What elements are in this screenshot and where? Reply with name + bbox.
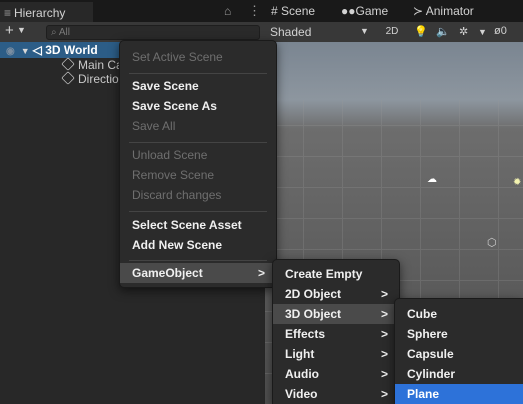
menu-item-plane[interactable]: Plane — [395, 384, 523, 404]
gamepad-icon: ●● — [341, 4, 356, 18]
menu-item-unload-scene[interactable]: Unload Scene — [120, 145, 276, 165]
menu-item-select-scene-asset[interactable]: Select Scene Asset — [120, 215, 276, 235]
chevron-right-icon: > — [380, 327, 388, 341]
tab-hierarchy[interactable]: ≡ Hierarchy — [0, 2, 93, 22]
scene-gizmo-icon: ⬡ — [487, 237, 497, 249]
menu-item-label: Create Empty — [285, 267, 363, 281]
gameobject-cube-icon — [61, 57, 75, 71]
hierarchy-search-input[interactable]: ⌕ All — [46, 25, 260, 40]
animator-icon: ≻ — [413, 4, 424, 18]
menu-item-label: Light — [285, 347, 315, 361]
tab-hierarchy-label: Hierarchy — [14, 6, 66, 20]
unity-scene-icon: ◁ — [32, 43, 42, 57]
menu-item-capsule[interactable]: Capsule — [395, 344, 523, 364]
audio-icon[interactable]: 🔈 — [436, 25, 450, 38]
tab-scene[interactable]: # Scene — [271, 4, 315, 18]
scene-name: 3D World — [45, 43, 98, 57]
shading-mode-dropdown[interactable]: Shaded — [267, 24, 375, 40]
menu-item-set-active-scene[interactable]: Set Active Scene — [120, 47, 276, 67]
tab-animator-label: Animator — [425, 4, 474, 18]
kebab-menu-icon[interactable]: ⋮ — [248, 3, 261, 19]
menu-separator — [129, 142, 267, 143]
tab-animator[interactable]: ≻ Animator — [413, 4, 474, 18]
tree-row-label: Main Ca — [78, 58, 123, 72]
menu-item-3d-object[interactable]: 3D Object > — [273, 304, 399, 324]
scene-context-menu: Set Active Scene Save Scene Save Scene A… — [119, 40, 277, 288]
gameobject-submenu: Create Empty 2D Object > 3D Object > Eff… — [272, 259, 400, 404]
toggle-2d-button[interactable]: 2D — [382, 24, 402, 40]
hidden-objects-toggle[interactable]: ø0 — [494, 25, 507, 37]
menu-item-add-new-scene[interactable]: Add New Scene — [120, 235, 276, 255]
effects-icon[interactable]: ✲ — [459, 25, 468, 38]
tree-row-directional-light[interactable]: Directio — [61, 71, 119, 87]
menu-item-cylinder[interactable]: Cylinder — [395, 364, 523, 384]
menu-item-sphere[interactable]: Sphere — [395, 324, 523, 344]
add-object-button[interactable]: + — [5, 22, 14, 40]
visibility-eye-icon[interactable]: ◉ — [6, 46, 15, 57]
hidden-count: 0 — [500, 25, 507, 37]
menu-item-2d-object[interactable]: 2D Object > — [273, 284, 399, 304]
chevron-down-icon[interactable]: ▼ — [360, 26, 369, 36]
shading-mode-value: Shaded — [270, 25, 312, 39]
dropdown-arrow-icon[interactable]: ▼ — [17, 25, 26, 35]
tab-scene-label: Scene — [281, 4, 316, 18]
chevron-right-icon: > — [257, 266, 265, 280]
menu-item-save-all[interactable]: Save All — [120, 116, 276, 136]
chevron-right-icon: > — [380, 307, 388, 321]
menu-item-effects[interactable]: Effects > — [273, 324, 399, 344]
menu-item-light[interactable]: Light > — [273, 344, 399, 364]
menu-item-create-empty[interactable]: Create Empty — [273, 264, 399, 284]
grid-hash-icon: # — [271, 4, 278, 18]
menu-item-label: 2D Object — [285, 287, 342, 301]
menu-separator — [129, 73, 267, 74]
menu-item-label: Effects — [285, 327, 326, 341]
menu-item-label: Audio — [285, 367, 319, 381]
menu-separator — [129, 260, 267, 261]
chevron-right-icon: > — [380, 367, 388, 381]
sun-gizmo-icon[interactable]: ✹ — [513, 177, 521, 188]
gameobject-cube-icon — [61, 71, 75, 85]
chevron-right-icon: > — [380, 347, 388, 361]
3d-object-submenu: Cube Sphere Capsule Cylinder Plane — [394, 298, 523, 404]
chevron-down-icon[interactable]: ▼ — [478, 27, 487, 37]
menu-item-label: GameObject — [132, 266, 203, 280]
list-icon: ≡ — [4, 6, 12, 20]
menu-item-save-scene-as[interactable]: Save Scene As — [120, 96, 276, 116]
chevron-right-icon: > — [380, 387, 388, 401]
point-light-gizmo-icon[interactable]: ☁ — [427, 174, 437, 185]
tab-game[interactable]: ●●Game — [341, 4, 388, 18]
foldout-arrow-icon[interactable]: ▼ — [21, 46, 30, 56]
menu-item-video[interactable]: Video > — [273, 384, 399, 404]
menu-separator — [129, 211, 267, 212]
eye-slash-icon: ø — [494, 25, 501, 37]
lightbulb-icon[interactable]: 💡 — [414, 25, 428, 38]
search-icon: ⌕ — [51, 27, 59, 38]
menu-item-gameobject[interactable]: GameObject > — [120, 263, 276, 283]
menu-item-audio[interactable]: Audio > — [273, 364, 399, 384]
menu-item-save-scene[interactable]: Save Scene — [120, 76, 276, 96]
menu-item-cube[interactable]: Cube — [395, 304, 523, 324]
search-placeholder: All — [58, 27, 70, 38]
menu-item-remove-scene[interactable]: Remove Scene — [120, 165, 276, 185]
tree-row-scene[interactable]: ◉ ▼ ◁ 3D World — [0, 42, 125, 58]
menu-item-label: Video — [285, 387, 318, 401]
chevron-right-icon: > — [380, 287, 388, 301]
lock-icon[interactable]: ⌂ — [224, 4, 231, 18]
menu-item-label: 3D Object — [285, 307, 342, 321]
tree-row-label: Directio — [78, 72, 119, 86]
menu-item-discard-changes[interactable]: Discard changes — [120, 185, 276, 205]
tab-game-label: Game — [355, 4, 389, 18]
